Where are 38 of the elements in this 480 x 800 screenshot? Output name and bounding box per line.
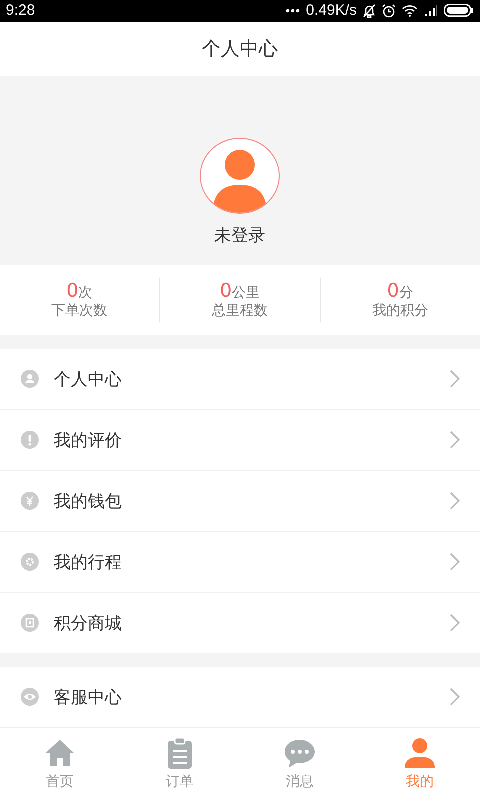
chevron-right-icon xyxy=(450,492,460,510)
network-speed: 0.49K/s xyxy=(306,2,357,20)
menu-item[interactable]: 积分商城 xyxy=(0,592,480,654)
yen-icon xyxy=(20,491,40,512)
gear-icon xyxy=(20,552,40,572)
menu-item[interactable]: 个人中心 xyxy=(0,349,480,410)
page-title: 个人中心 xyxy=(0,22,480,76)
stat-value: 0 xyxy=(387,280,400,302)
clock: 9:28 xyxy=(6,2,36,20)
wifi-icon xyxy=(402,4,418,18)
login-status[interactable]: 未登录 xyxy=(214,224,266,247)
menu-item[interactable]: 我的行程 xyxy=(0,531,480,592)
stat-value: 0 xyxy=(220,280,232,302)
stat-unit: 次 xyxy=(78,285,93,302)
chevron-right-icon xyxy=(450,553,460,572)
speech-bubble-icon xyxy=(283,737,317,770)
person-icon xyxy=(403,737,437,770)
stat-label: 下单次数 xyxy=(52,302,108,320)
chevron-right-icon xyxy=(450,688,460,706)
stat-unit: 公里 xyxy=(232,285,260,302)
menu-item[interactable]: 我的钱包 xyxy=(0,470,480,532)
eye-icon xyxy=(20,687,40,708)
menu-item[interactable]: 我的评价 xyxy=(0,409,480,470)
menu-item[interactable]: 客服中心 xyxy=(0,667,480,728)
alarm-clock-icon xyxy=(382,4,396,18)
signal-icon xyxy=(424,5,438,16)
stat-unit: 分 xyxy=(399,285,414,302)
stat-label: 总里程数 xyxy=(212,302,268,320)
chevron-right-icon xyxy=(450,431,460,450)
chevron-right-icon xyxy=(450,614,460,632)
chevron-right-icon xyxy=(450,370,460,388)
dots-icon xyxy=(286,8,300,13)
stat-label: 我的积分 xyxy=(372,302,428,320)
exclamation-icon xyxy=(20,430,40,450)
stat-value: 0 xyxy=(66,280,79,302)
battery-icon xyxy=(444,4,474,18)
muted-bell-icon xyxy=(363,4,376,18)
person-icon xyxy=(20,369,40,390)
